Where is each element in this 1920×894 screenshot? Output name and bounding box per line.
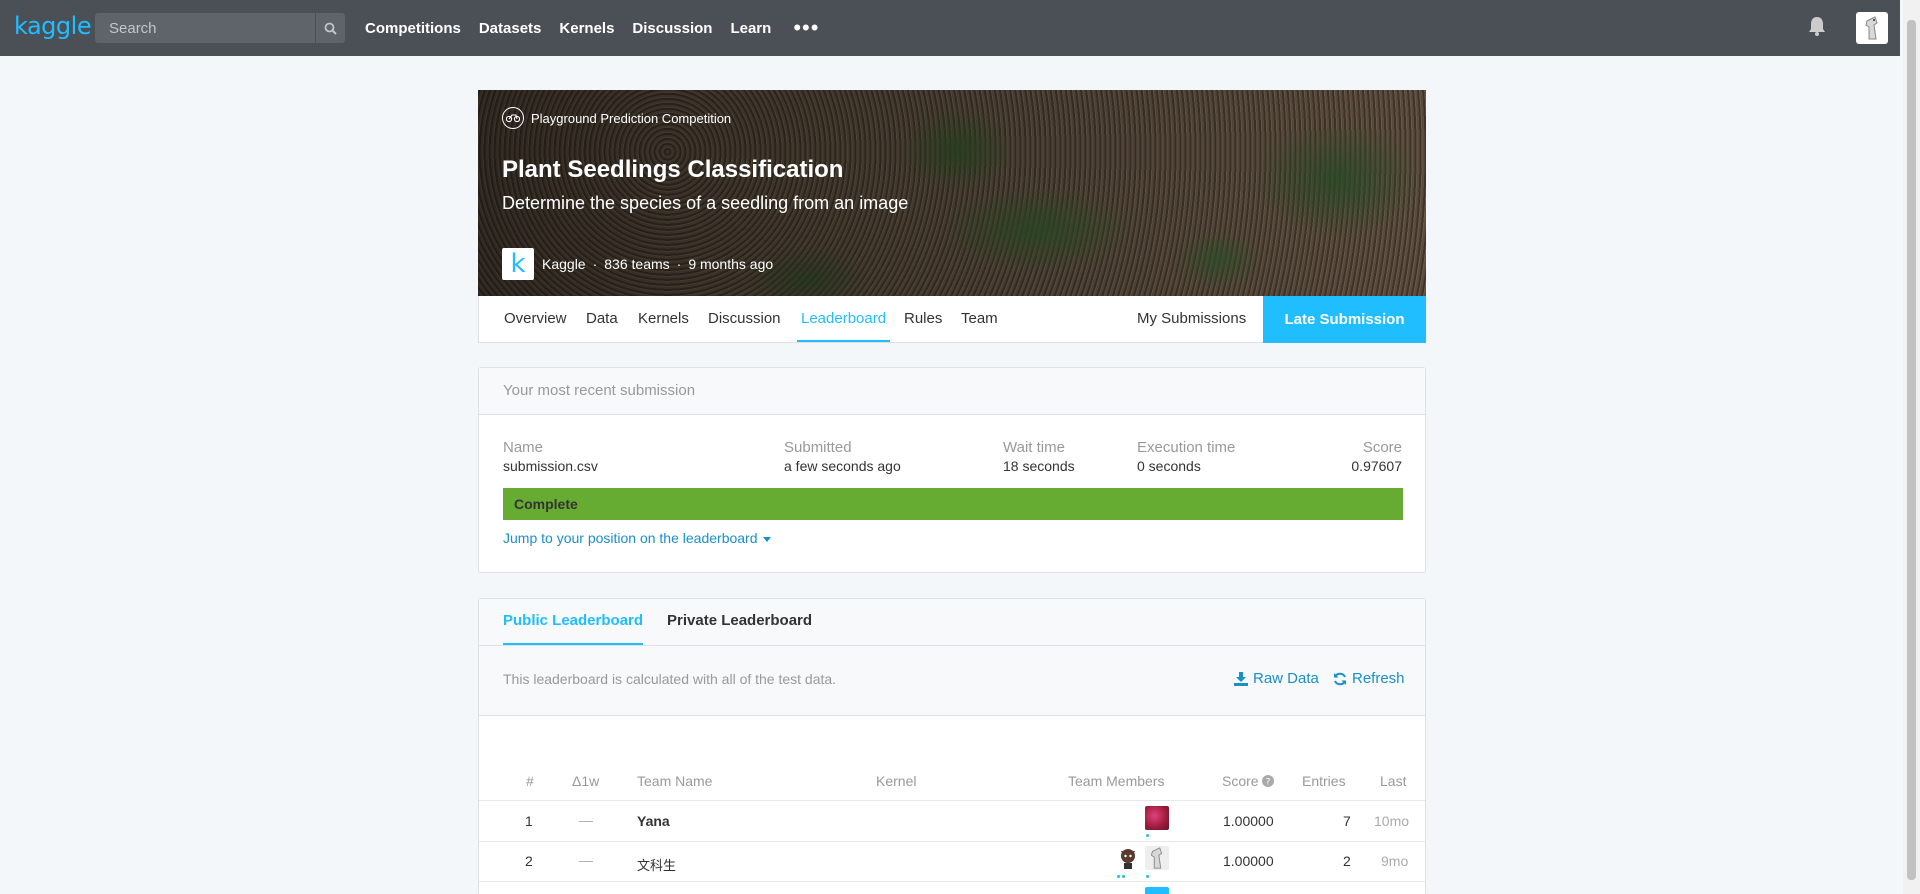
competition-tabs: Overview Data Kernels Discussion Leaderb… <box>478 296 1426 343</box>
competition-type-label: Playground Prediction Competition <box>531 110 732 126</box>
my-submissions-link[interactable]: My Submissions <box>1137 296 1246 342</box>
leaderboard-info-text: This leaderboard is calculated with all … <box>503 671 837 687</box>
member-avatar[interactable] <box>1145 806 1169 830</box>
page-scrollbar[interactable] <box>1903 0 1920 894</box>
tab-overview[interactable]: Overview <box>504 296 567 342</box>
nav-learn[interactable]: Learn <box>730 20 771 37</box>
scrollbar-thumb[interactable] <box>1907 20 1916 880</box>
competition-title: Plant Seedlings Classification <box>502 156 844 183</box>
host-logo[interactable]: k <box>502 248 534 280</box>
submission-score-col: Score 0.97607 <box>1351 439 1402 474</box>
notifications-bell-icon[interactable] <box>1808 16 1826 41</box>
col-rank[interactable]: # <box>526 773 534 789</box>
main-nav-links: Competitions Datasets Kernels Discussion… <box>365 0 819 56</box>
submission-filename: submission.csv <box>503 458 598 474</box>
user-avatar-icon <box>1865 16 1878 40</box>
status-bar-complete: Complete <box>503 488 1403 520</box>
submission-name-col: Name submission.csv <box>503 439 598 474</box>
member-avatar[interactable] <box>1145 887 1169 894</box>
col-last[interactable]: Last <box>1380 773 1406 789</box>
tab-kernels[interactable]: Kernels <box>638 296 689 342</box>
team-count: 836 teams <box>604 256 670 272</box>
row-delta: — <box>579 852 593 868</box>
row-rank: 1 <box>525 813 533 829</box>
competition-subtitle: Determine the species of a seedling from… <box>502 193 909 213</box>
col-delta[interactable]: Δ1w <box>572 773 599 789</box>
tab-rules[interactable]: Rules <box>904 296 942 342</box>
row-entries: 2 <box>1343 853 1351 869</box>
help-icon: ? <box>1262 775 1275 788</box>
row-score: 1.00000 <box>1223 813 1274 829</box>
tab-private-leaderboard[interactable]: Private Leaderboard <box>667 599 812 645</box>
submission-wait-col: Wait time 18 seconds <box>1003 439 1075 474</box>
octocat-avatar-icon <box>1121 849 1135 869</box>
col-kernel[interactable]: Kernel <box>876 773 916 789</box>
member-avatar[interactable] <box>1116 846 1140 870</box>
refresh-icon <box>1334 672 1346 685</box>
col-score[interactable]: Score ? <box>1222 773 1275 789</box>
row-rank: 2 <box>525 853 533 869</box>
leaderboard-card: Public Leaderboard Private Leaderboard T… <box>478 598 1426 894</box>
refresh-button[interactable]: Refresh <box>1333 670 1405 687</box>
nav-discussion[interactable]: Discussion <box>632 20 712 37</box>
submission-submitted-col: Submitted a few seconds ago <box>784 439 901 474</box>
download-icon <box>1234 671 1248 686</box>
row-team-name[interactable]: 文科生 <box>637 855 676 874</box>
jump-to-position-link[interactable]: Jump to your position on the leaderboard <box>503 530 772 546</box>
late-submission-button[interactable]: Late Submission <box>1263 296 1426 343</box>
submission-score: 0.97607 <box>1351 458 1402 474</box>
caret-down-icon <box>763 537 772 542</box>
nav-kernels[interactable]: Kernels <box>559 20 614 37</box>
leaderboard-info-bar: This leaderboard is calculated with all … <box>479 646 1425 716</box>
competition-host-info: k Kaggle · 836 teams · 9 months ago <box>502 248 773 280</box>
row-entries: 7 <box>1343 813 1351 829</box>
tab-discussion[interactable]: Discussion <box>708 296 781 342</box>
kaggle-logo[interactable]: kaggle <box>14 12 92 40</box>
top-nav: kaggle Competitions Datasets Kernels Dis… <box>0 0 1900 56</box>
svg-text:?: ? <box>1266 778 1271 788</box>
search-icon <box>324 22 337 35</box>
user-avatar[interactable] <box>1856 12 1888 44</box>
competition-type: Playground Prediction Competition <box>502 107 731 129</box>
search-box <box>95 13 345 43</box>
col-team-members[interactable]: Team Members <box>1068 773 1164 789</box>
search-button[interactable] <box>315 13 345 43</box>
raw-data-button[interactable]: Raw Data <box>1234 670 1319 687</box>
nav-competitions[interactable]: Competitions <box>365 20 461 37</box>
recent-submission-card: Your most recent submission Name submiss… <box>478 367 1426 573</box>
row-last: 9mo <box>1381 853 1409 869</box>
search-input[interactable] <box>95 13 315 43</box>
nav-datasets[interactable]: Datasets <box>479 20 542 37</box>
competition-header: Playground Prediction Competition Plant … <box>478 90 1426 296</box>
row-delta: — <box>579 812 593 828</box>
host-name[interactable]: Kaggle <box>542 256 586 272</box>
row-score: 1.00000 <box>1223 853 1274 869</box>
member-avatar[interactable] <box>1145 846 1169 870</box>
tab-public-leaderboard[interactable]: Public Leaderboard <box>503 599 644 645</box>
tab-team[interactable]: Team <box>961 296 998 342</box>
tab-leaderboard[interactable]: Leaderboard <box>797 296 891 342</box>
row-last: 10mo <box>1374 813 1410 829</box>
leaderboard-tabs: Public Leaderboard Private Leaderboard <box>479 599 1425 646</box>
col-entries[interactable]: Entries <box>1302 773 1346 789</box>
competition-age: 9 months ago <box>688 256 774 272</box>
row-team-name[interactable]: Yana <box>637 813 670 829</box>
recent-submission-header: Your most recent submission <box>479 368 1425 415</box>
submission-exec-col: Execution time 0 seconds <box>1137 439 1236 474</box>
col-team-name[interactable]: Team Name <box>637 773 712 789</box>
user-avatar-icon <box>1150 847 1163 869</box>
bicycle-icon <box>502 107 524 129</box>
more-menu-icon[interactable]: ••• <box>793 17 819 39</box>
tab-data[interactable]: Data <box>586 296 618 342</box>
